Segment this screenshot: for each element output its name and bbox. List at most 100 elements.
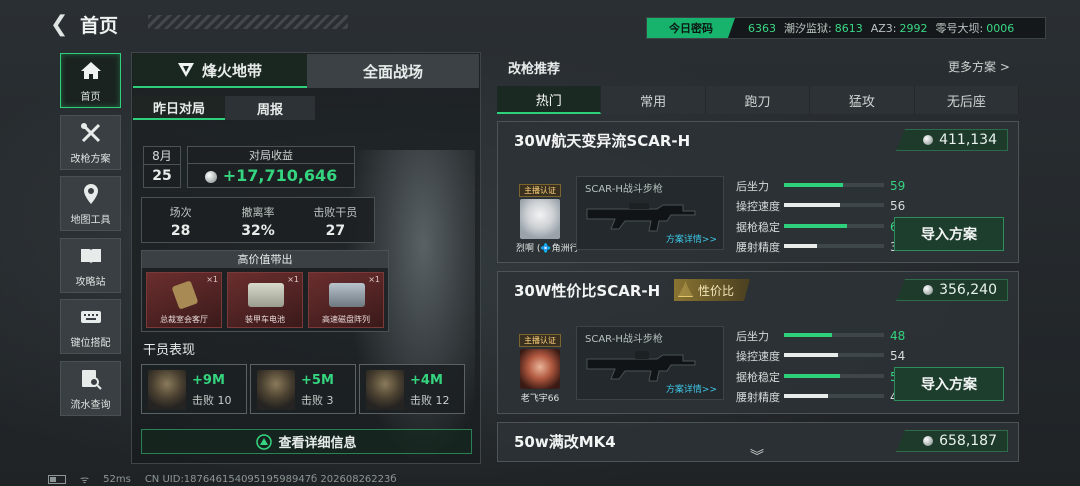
code-label: 零号大坝: [935, 22, 984, 35]
rifle-icon [586, 203, 696, 232]
tab-all-out-warfare[interactable]: 全面战场 [307, 54, 479, 88]
sidebar-item-guides[interactable]: 攻略站 [60, 238, 121, 293]
title-decoration [148, 15, 348, 29]
code-value: 8613 [834, 21, 863, 35]
subtab-label: 周报 [256, 102, 283, 118]
coin-icon [923, 285, 934, 295]
loot-item[interactable]: ×1 高速磁盘阵列 [308, 272, 384, 328]
coin-icon [923, 135, 934, 145]
chevron-down-icon[interactable]: ︾ [750, 446, 764, 466]
tab-label: 全面战场 [362, 62, 423, 81]
value-badge: 性价比 [674, 279, 751, 301]
tab-no-recoil[interactable]: 无后座 [914, 86, 1020, 114]
stat-row: 后坐力 59 [736, 179, 906, 193]
home-icon [80, 61, 101, 79]
stat-row: 腰射精度33 [736, 239, 905, 255]
plan-card[interactable]: 30W性价比SCAR-H 性价比 356,240 主播认证 老飞宇66 SCAR… [497, 271, 1019, 414]
tab-assault[interactable]: 猛攻 [810, 86, 915, 114]
plan-price: 356,240 [896, 279, 1008, 301]
operator-avatar [257, 370, 295, 410]
tab-runner[interactable]: 跑刀 [705, 86, 811, 114]
map-pin-icon [83, 183, 98, 204]
stat-row: 据枪稳定63 [736, 219, 905, 235]
streamer-info[interactable]: 主播认证 老飞宇66 [516, 328, 564, 404]
import-plan-button[interactable]: 导入方案 [894, 367, 1004, 401]
import-plan-button[interactable]: 导入方案 [894, 217, 1004, 251]
match-stats: 场次 28 撤离率 32% 击败干员 27 [141, 197, 375, 243]
plan-price: 411,134 [896, 129, 1008, 151]
operator-avatar [148, 370, 186, 410]
view-details-button[interactable]: 查看详细信息 [141, 429, 472, 454]
plan-card[interactable]: 30W航天变异流SCAR-H 411,134 主播认证 烈啊 (💠角洲行 SCA… [497, 121, 1019, 263]
page-title: 首页 [80, 15, 119, 37]
sidebar-item-home[interactable]: 首页 [60, 53, 121, 108]
plan-price: 658,187 [896, 430, 1008, 452]
gun-preview[interactable]: SCAR-H战斗步枪 方案详情>> [576, 176, 724, 250]
tab-label: 烽火地带 [201, 61, 262, 80]
warning-triangle-icon [678, 282, 693, 297]
rifle-icon [586, 351, 696, 382]
stat-row: 后坐力 48 [736, 329, 906, 343]
uid-text: CN UID:18764615409519598947б 20260826223… [144, 473, 397, 485]
streamer-info[interactable]: 主播认证 烈啊 (💠角洲行 [516, 178, 579, 254]
plan-name: 30W性价比SCAR-H [514, 282, 661, 300]
sidebar-item-keybinds[interactable]: 键位搭配 [60, 299, 121, 354]
book-icon [80, 248, 101, 264]
sidebar-item-label: 键位搭配 [70, 337, 111, 349]
sidebar-item-label: 改枪方案 [70, 153, 111, 165]
stat-row: 操控速度 54 [736, 349, 906, 363]
tab-hot[interactable]: 热门 [497, 86, 602, 114]
date-box: 8月 25 [143, 146, 181, 188]
sidebar-item-label: 地图工具 [70, 214, 111, 226]
section-title: 改枪推荐 [508, 62, 561, 77]
disk-array-item-icon [329, 283, 365, 307]
back-arrow-icon[interactable]: ❮ [50, 12, 68, 37]
income-label: 对局收益 [188, 147, 354, 164]
daily-code-bar[interactable]: 今日密码 6363 潮汐监狱: 8613 AZ3: 2992 零号大坝: 0006 [646, 17, 1046, 39]
more-plans-link[interactable]: 更多方案 > [948, 58, 1010, 75]
streamer-avatar [520, 349, 560, 389]
tools-icon [80, 122, 100, 142]
card-item-icon [171, 280, 199, 310]
sidebar-item-gun-mods[interactable]: 改枪方案 [60, 115, 121, 170]
stat-matches: 场次 28 [169, 206, 192, 239]
coin-icon [923, 436, 934, 446]
code-label: AZ3: [870, 21, 897, 35]
wifi-icon: ᯤ [80, 475, 90, 486]
code-value: 0006 [986, 21, 1015, 35]
month-label: 8月 [144, 147, 180, 165]
tab-operations-zone[interactable]: 烽火地带 [133, 54, 307, 88]
code-value: 6363 [748, 21, 776, 35]
stat-row: 操控速度 56 [736, 199, 906, 213]
plan-name: 30W航天变异流SCAR-H [514, 132, 691, 150]
income-box: 对局收益 +17,710,646 [187, 146, 355, 188]
sidebar-item-map-tools[interactable]: 地图工具 [60, 176, 121, 231]
sidebar-item-records[interactable]: 流水查询 [60, 361, 121, 416]
subtab-weekly[interactable]: 周报 [225, 96, 315, 120]
detail-icon [256, 433, 273, 450]
operator-avatar [366, 370, 404, 410]
coin-icon [204, 170, 217, 183]
sidebar-item-label: 流水查询 [70, 399, 111, 411]
subtab-yesterday[interactable]: 昨日对局 [133, 96, 225, 120]
operator-performance-title: 干员表现 [143, 343, 196, 358]
loot-item[interactable]: ×1 总裁室会客厅 [146, 272, 222, 328]
battery-icon [48, 474, 66, 484]
gun-preview[interactable]: SCAR-H战斗步枪 方案详情>> [576, 326, 724, 400]
high-value-title: 高价值带出 [142, 251, 388, 268]
mode-emblem-icon [177, 63, 194, 77]
code-value: 2992 [899, 21, 928, 35]
streamer-avatar [520, 199, 560, 239]
loot-item[interactable]: ×1 装甲车电池 [227, 272, 303, 328]
keyboard-icon [80, 310, 101, 323]
search-record-icon [81, 369, 102, 390]
stat-row: 据枪稳定56 [736, 369, 905, 385]
operator-card[interactable]: +5M 击败 3 [250, 364, 356, 414]
plan-name: 50w满改MK4 [514, 433, 616, 451]
subtab-label: 昨日对局 [152, 101, 205, 117]
stat-kills: 击败干员 27 [313, 206, 358, 239]
battery-item-icon [248, 283, 284, 307]
operator-card[interactable]: +4M 击败 12 [359, 364, 465, 414]
operator-card[interactable]: +9M 击败 10 [141, 364, 247, 414]
tab-common[interactable]: 常用 [601, 86, 706, 114]
